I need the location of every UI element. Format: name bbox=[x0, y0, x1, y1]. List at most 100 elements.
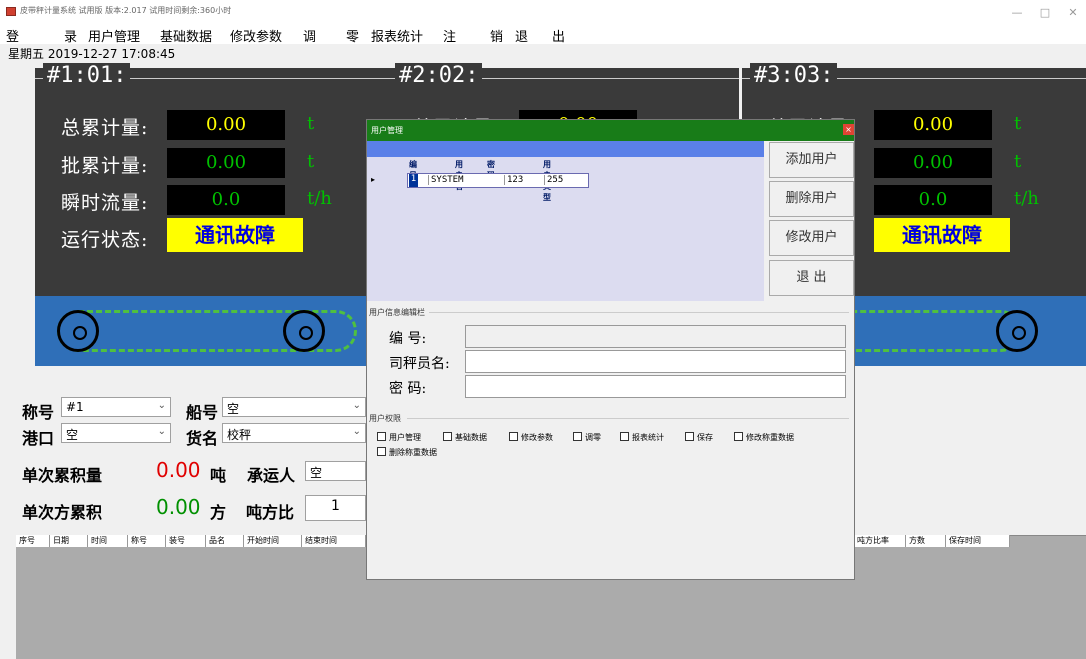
user-id-cell[interactable]: 1 bbox=[409, 174, 418, 187]
menu-report[interactable]: 报表统计 bbox=[371, 26, 423, 45]
perm-report-checkbox[interactable]: 报表统计 bbox=[620, 432, 664, 443]
perm-modify-weight-checkbox[interactable]: 修改称重数据 bbox=[734, 432, 794, 443]
batch-unit: t bbox=[307, 151, 315, 172]
chevron-down-icon: ⌄ bbox=[157, 426, 166, 437]
dialog-close-icon[interactable]: × bbox=[843, 124, 854, 135]
dialog-title: 用户管理 bbox=[371, 126, 403, 135]
col-header[interactable]: 序号 bbox=[16, 535, 50, 547]
goods-value: 校秤 bbox=[227, 428, 252, 442]
carrier-label: 承运人 bbox=[247, 466, 296, 485]
col-header[interactable]: 称号 bbox=[128, 535, 166, 547]
flow-value: 0.0 bbox=[874, 185, 992, 215]
col-header[interactable]: 装号 bbox=[166, 535, 206, 547]
col-header[interactable]: 方数 bbox=[906, 535, 946, 547]
user-grid[interactable] bbox=[367, 141, 764, 301]
perm-save-checkbox[interactable]: 保存 bbox=[685, 432, 713, 443]
title-bar: 皮带秤计量系统 试用版 版本:2.017 试用时间剩余:360小时 — □ ✕ bbox=[0, 0, 1086, 24]
modify-user-button[interactable]: 修改用户 bbox=[769, 220, 854, 256]
user-management-dialog: 用户管理 × 编号 用户名 密码 用户类型 ▸ 1 SYSTEM 123 255… bbox=[366, 119, 855, 580]
exit-button[interactable]: 退 出 bbox=[769, 260, 854, 296]
menu-logout-1[interactable]: 注 bbox=[443, 26, 456, 45]
col-header[interactable]: 品名 bbox=[206, 535, 244, 547]
perm-label: 基础数据 bbox=[455, 433, 487, 442]
perm-user-management-checkbox[interactable]: 用户管理 bbox=[377, 432, 421, 443]
minimize-button[interactable]: — bbox=[1010, 6, 1024, 19]
menu-logout-2[interactable]: 销 bbox=[490, 26, 503, 45]
username-cell[interactable]: SYSTEM bbox=[428, 175, 502, 185]
panel-title: #3:03: bbox=[750, 63, 838, 88]
chevron-down-icon: ⌄ bbox=[352, 400, 361, 411]
menu-login-2[interactable]: 录 bbox=[64, 26, 77, 45]
menu-bar: 登 录 用户管理 基础数据 修改参数 调 零 报表统计 注 销 退 出 bbox=[0, 24, 1086, 45]
carrier-field[interactable]: 空 bbox=[305, 461, 366, 481]
menu-modify-params[interactable]: 修改参数 bbox=[230, 26, 282, 45]
checkbox-icon bbox=[377, 447, 386, 456]
group-divider bbox=[407, 418, 849, 419]
flow-unit: t/h bbox=[307, 188, 332, 209]
checkbox-icon bbox=[620, 432, 629, 441]
flow-value: 0.0 bbox=[167, 185, 285, 215]
datetime-display: 星期五 2019-12-27 17:08:45 bbox=[8, 47, 176, 61]
goods-select[interactable]: 校秤 ⌄ bbox=[222, 423, 366, 443]
menu-exit-1[interactable]: 退 bbox=[515, 26, 528, 45]
perm-modify-params-checkbox[interactable]: 修改参数 bbox=[509, 432, 553, 443]
perm-zero-checkbox[interactable]: 调零 bbox=[573, 432, 601, 443]
conveyor-1 bbox=[35, 296, 387, 366]
single-total-label: 单次累积量 bbox=[22, 466, 103, 485]
batch-label: 批累计量: bbox=[61, 155, 149, 177]
col-header[interactable]: 时间 bbox=[88, 535, 128, 547]
single-volume-unit: 方 bbox=[210, 503, 227, 522]
total-value: 0.00 bbox=[167, 110, 285, 140]
perm-group-title: 用户权限 bbox=[369, 414, 401, 423]
user-type-cell[interactable]: 255 bbox=[544, 175, 563, 185]
menu-user-management[interactable]: 用户管理 bbox=[88, 26, 140, 45]
col-header[interactable]: 结束时间 bbox=[302, 535, 366, 547]
password-field[interactable] bbox=[465, 375, 846, 398]
perm-basic-data-checkbox[interactable]: 基础数据 bbox=[443, 432, 487, 443]
scale-no-select[interactable]: #1 ⌄ bbox=[61, 397, 171, 417]
perm-label: 用户管理 bbox=[389, 433, 421, 442]
ship-no-select[interactable]: 空 ⌄ bbox=[222, 397, 366, 417]
close-button[interactable]: ✕ bbox=[1066, 6, 1080, 19]
perm-label: 修改参数 bbox=[521, 433, 553, 442]
menu-zero-2[interactable]: 零 bbox=[346, 26, 359, 45]
batch-unit: t bbox=[1014, 151, 1022, 172]
panel-title: #2:02: bbox=[395, 63, 483, 88]
menu-zero-1[interactable]: 调 bbox=[303, 26, 316, 45]
password-cell[interactable]: 123 bbox=[504, 175, 542, 185]
col-header[interactable]: 保存时间 bbox=[946, 535, 1010, 547]
batch-value: 0.00 bbox=[167, 148, 285, 178]
single-total-value: 0.00 bbox=[156, 458, 201, 482]
checkbox-icon bbox=[573, 432, 582, 441]
checkbox-icon bbox=[685, 432, 694, 441]
scale-no-label: 称号 bbox=[22, 403, 55, 422]
ratio-input[interactable]: 1 bbox=[305, 495, 366, 521]
scale-panel-1: #1:01: 总累计量: 0.00 t 批累计量: 0.00 t 瞬时流量: 0… bbox=[35, 63, 387, 296]
delete-user-button[interactable]: 删除用户 bbox=[769, 181, 854, 217]
menu-exit-2[interactable]: 出 bbox=[552, 26, 565, 45]
perm-label: 修改称重数据 bbox=[746, 433, 794, 442]
total-unit: t bbox=[307, 113, 315, 134]
user-grid-band bbox=[367, 141, 764, 157]
menu-basic-data[interactable]: 基础数据 bbox=[160, 26, 212, 45]
perm-label: 保存 bbox=[697, 433, 713, 442]
edit-group-title: 用户信息编辑栏 bbox=[369, 308, 425, 317]
menu-login-1[interactable]: 登 bbox=[6, 26, 19, 45]
row-pointer-icon: ▸ bbox=[371, 175, 376, 184]
col-header[interactable]: 日期 bbox=[50, 535, 88, 547]
checkbox-icon bbox=[377, 432, 386, 441]
user-row[interactable]: 1 SYSTEM 123 255 bbox=[407, 173, 589, 188]
port-select[interactable]: 空 ⌄ bbox=[61, 423, 171, 443]
status-badge: 通讯故障 bbox=[874, 218, 1010, 252]
maximize-button[interactable]: □ bbox=[1038, 6, 1052, 19]
id-field[interactable] bbox=[465, 325, 846, 348]
col-header[interactable]: 开始时间 bbox=[244, 535, 302, 547]
ratio-label: 吨方比 bbox=[246, 503, 295, 522]
perm-label: 调零 bbox=[585, 433, 601, 442]
ship-no-value: 空 bbox=[227, 402, 240, 416]
name-field[interactable] bbox=[465, 350, 846, 373]
add-user-button[interactable]: 添加用户 bbox=[769, 142, 854, 178]
port-value: 空 bbox=[66, 428, 79, 442]
perm-delete-weight-checkbox[interactable]: 删除称重数据 bbox=[377, 447, 437, 458]
col-header[interactable]: 吨方比率 bbox=[854, 535, 906, 547]
